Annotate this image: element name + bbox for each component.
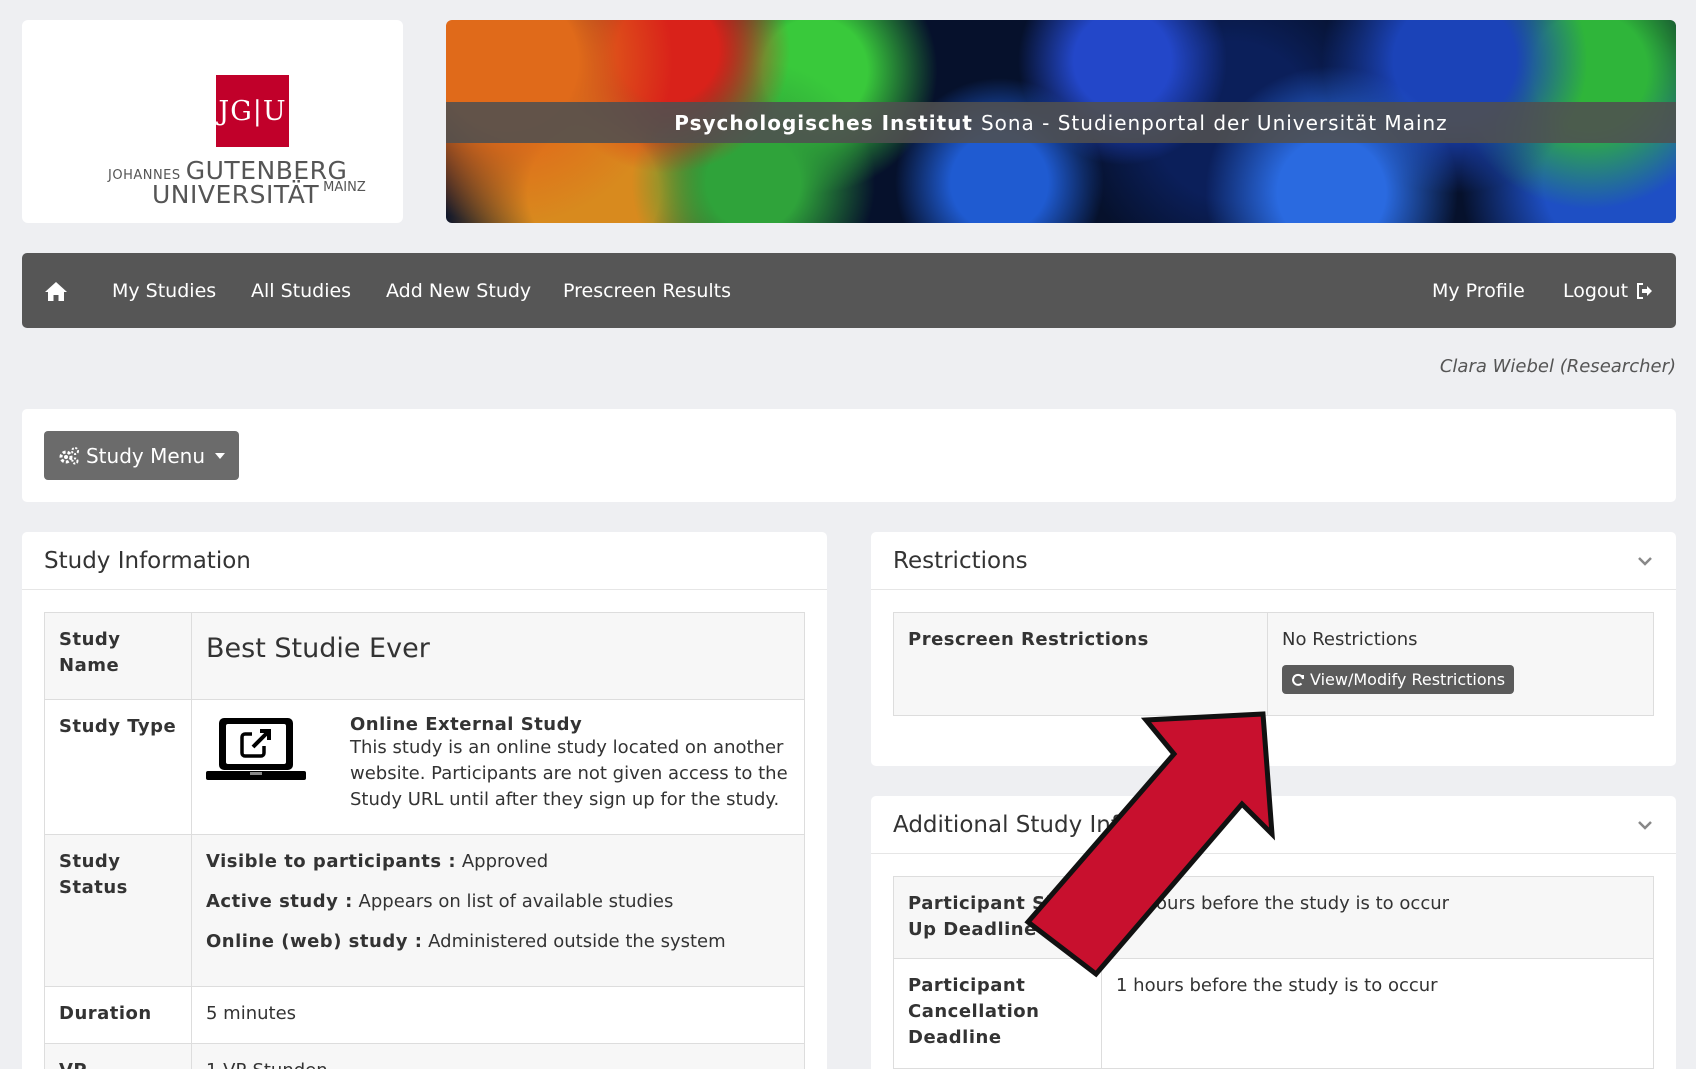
status-active: Active study : Appears on list of availa… — [206, 891, 674, 912]
table-row: Study Name Best Studie Ever — [44, 612, 805, 700]
prescreen-restrictions-label: Prescreen Restrictions — [908, 629, 1149, 650]
duration-label: Duration — [59, 1003, 152, 1024]
current-user: Clara Wiebel (Researcher) — [1439, 356, 1676, 377]
chevron-down-icon[interactable] — [1636, 552, 1654, 570]
caret-down-icon — [215, 452, 225, 459]
table-row: Prescreen Restrictions No Restrictions V… — [893, 612, 1654, 716]
nav-add-new-study[interactable]: Add New Study — [386, 253, 531, 328]
logo-line2-small: MAINZ — [323, 180, 366, 195]
prescreen-restrictions-value: No Restrictions — [1282, 629, 1418, 650]
study-type-description: This study is an online study located on… — [350, 737, 788, 810]
jgu-mark: JG|U — [216, 75, 289, 147]
logout-label: Logout — [1563, 279, 1629, 302]
study-type-label: Study Type — [59, 716, 177, 737]
main-navbar: My Studies All Studies Add New Study Pre… — [22, 253, 1676, 328]
duration-value: 5 minutes — [206, 1003, 297, 1024]
vp-label: VP — [59, 1058, 177, 1069]
nav-prescreen-results[interactable]: Prescreen Results — [563, 253, 731, 328]
nav-logout[interactable]: Logout — [1563, 253, 1654, 328]
study-name-label: Study Name — [59, 629, 121, 676]
status-online: Online (web) study : Administered outsid… — [206, 931, 726, 952]
nav-all-studies[interactable]: All Studies — [251, 253, 351, 328]
study-information-title: Study Information — [22, 532, 827, 590]
refresh-icon — [1292, 673, 1304, 686]
vp-value: 1 VP-Stunden — [206, 1058, 790, 1069]
chevron-down-icon[interactable] — [1636, 816, 1654, 834]
table-row: Duration 5 minutes — [44, 986, 805, 1044]
study-status-label: Study Status — [59, 851, 128, 898]
logo-line2-big: UNIVERSITÄT — [152, 180, 320, 209]
banner-title-bold: Psychologisches Institut — [674, 110, 973, 135]
study-menu-label: Study Menu — [85, 443, 205, 468]
study-information-panel: Study Information Study Name Best Studie… — [22, 532, 827, 1069]
header-banner: Psychologisches Institut Sona - Studienp… — [446, 20, 1676, 223]
sign-out-icon — [1637, 282, 1653, 299]
study-info-table: Study Name Best Studie Ever Study Type O… — [44, 612, 805, 1069]
status-visible: Visible to participants : Approved — [206, 851, 549, 872]
nav-my-studies[interactable]: My Studies — [112, 253, 216, 328]
university-logo[interactable]: JG|U JOHANNES GUTENBERG UNIVERSITÄT MAINZ — [22, 20, 403, 223]
laptop-external-link-icon — [206, 714, 310, 813]
annotation-arrow — [1024, 711, 1275, 978]
cogs-icon — [59, 446, 79, 464]
study-type-title: Online External Study — [350, 714, 583, 735]
table-row: VP 1 VP-Stunden — [44, 1043, 805, 1069]
restrictions-title: Restrictions — [893, 547, 1028, 574]
study-name-value: Best Studie Ever — [206, 633, 430, 664]
nav-my-profile[interactable]: My Profile — [1432, 253, 1525, 328]
view-modify-restrictions-label: View/Modify Restrictions — [1310, 670, 1506, 689]
table-row: Study Type Online External Study This st… — [44, 699, 805, 835]
banner-title-rest: Sona - Studienportal der Universität Mai… — [980, 110, 1448, 135]
study-menu-button[interactable]: Study Menu — [44, 431, 239, 480]
restrictions-table: Prescreen Restrictions No Restrictions V… — [893, 612, 1654, 716]
view-modify-restrictions-button[interactable]: View/Modify Restrictions — [1282, 665, 1515, 694]
banner-title: Psychologisches Institut Sona - Studienp… — [446, 102, 1676, 143]
home-icon[interactable] — [44, 253, 68, 328]
table-row: Study Status Visible to participants : A… — [44, 834, 805, 987]
study-menu-panel: Study Menu — [22, 409, 1676, 502]
